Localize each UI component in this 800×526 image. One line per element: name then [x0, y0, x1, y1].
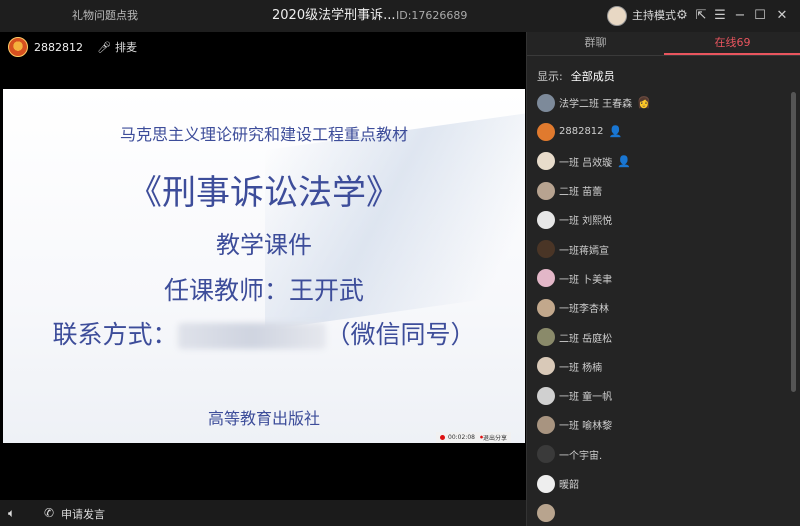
filter-label: 显示: — [537, 70, 563, 83]
member-avatar — [537, 152, 555, 171]
slide-teacher: 任课教师：王开武 — [163, 276, 364, 305]
slide-title: 《刑事诉讼法学》 — [128, 173, 400, 213]
host-info: 2882812 🎤︎ 排麦 — [8, 36, 137, 58]
member-row[interactable]: 一班 卜美聿 — [527, 264, 793, 293]
member-row[interactable]: 一班 喻林黎 — [527, 410, 793, 439]
window-title: 2020级法学刑事诉... — [272, 8, 396, 23]
slide-subtitle: 教学课件 — [216, 231, 312, 259]
member-row[interactable]: 法学二班 王春森 👩 — [527, 88, 793, 117]
member-name: 2882812 — [559, 126, 604, 138]
host-name: 2882812 — [34, 40, 83, 54]
member-row[interactable]: 一班李杏林 — [527, 293, 793, 322]
minimize-icon[interactable]: − — [732, 8, 748, 24]
member-filter[interactable]: 显示: 全部成员 — [537, 68, 615, 84]
recording-bar: 00:02:08 ⏺ 退出分享 — [436, 432, 511, 443]
filter-value[interactable]: 全部成员 — [571, 70, 615, 83]
settings-icon[interactable]: ⚙ — [674, 8, 690, 24]
phone-icon[interactable]: ✆ — [44, 506, 54, 520]
member-name: 二班 岳庭松 — [559, 333, 613, 345]
member-avatar — [537, 503, 555, 522]
member-list-scrollbar[interactable] — [791, 92, 796, 392]
mic-queue-label[interactable]: 排麦 — [115, 39, 137, 55]
popout-icon[interactable]: ⇱ — [693, 8, 709, 24]
member-row[interactable]: 二班 岳庭松 — [527, 322, 793, 351]
member-avatar — [537, 386, 555, 405]
member-name: 一班李杏林 — [559, 304, 609, 316]
tab-online[interactable]: 在线69 — [664, 32, 800, 55]
member-avatar — [537, 357, 555, 376]
slide-publisher: 高等教育出版社 — [207, 409, 320, 428]
member-row[interactable]: 一个宇宙. — [527, 440, 793, 469]
member-row[interactable]: 一班 童一帆 — [527, 381, 793, 410]
member-name: 一班蒋嫣宣 — [559, 245, 609, 257]
member-avatar — [537, 298, 555, 317]
speaker-icon[interactable]: 🔈︎ — [8, 506, 15, 521]
slide-contact-label: 联系方式： — [52, 320, 178, 349]
member-avatar — [537, 269, 555, 288]
shared-slide: 马克思主义理论研究和建设工程重点教材 《刑事诉讼法学》 教学课件 任课教师：王开… — [3, 89, 525, 443]
member-avatar — [537, 93, 555, 112]
close-icon[interactable]: ✕ — [774, 8, 790, 24]
member-name: 一班 童一帆 — [559, 392, 613, 404]
host-mode-label[interactable]: 主持模式 — [632, 0, 676, 32]
tab-group-chat[interactable]: 群聊 — [527, 32, 664, 55]
member-row[interactable]: 一班 吕效璇 👤 — [527, 147, 793, 176]
member-row[interactable]: 一班 刘熙悦 — [527, 205, 793, 234]
side-panel: 群聊 在线69 显示: 全部成员 法学二班 王春森 👩 2882812 👤 一班 吕效璇 👤… — [526, 32, 800, 526]
member-name: 一班 刘熙悦 — [559, 216, 613, 228]
role-badge-icon: 👩 — [637, 96, 651, 110]
gift-help-link[interactable]: 礼物问题点我 — [72, 0, 138, 32]
member-name: 一班 喻林黎 — [559, 421, 613, 433]
room-id: ID:17626689 — [396, 9, 468, 22]
member-avatar — [537, 474, 555, 493]
member-avatar — [537, 445, 555, 464]
member-name: 一班 卜美聿 — [559, 274, 613, 286]
member-avatar — [537, 181, 555, 200]
member-avatar — [537, 240, 555, 259]
member-name: 一班 杨楠 — [559, 362, 603, 374]
apply-speak-button[interactable]: 申请发言 — [61, 506, 105, 522]
role-badge-icon: 👤 — [617, 154, 631, 168]
member-row[interactable] — [527, 498, 793, 526]
member-row[interactable]: 2882812 👤 — [527, 117, 793, 146]
member-avatar — [537, 210, 555, 229]
member-row[interactable]: 一班蒋嫣宣 — [527, 234, 793, 263]
member-avatar — [537, 122, 555, 141]
member-list: 法学二班 王春森 👩 2882812 👤 一班 吕效璇 👤 二班 苗蕾一班 刘熙悦 一班蒋嫣宣… — [527, 88, 793, 526]
host-avatar — [8, 37, 28, 57]
member-name: 法学二班 王春森 — [559, 99, 633, 111]
panel-tabs: 群聊 在线69 — [527, 32, 800, 56]
member-name: 二班 苗蕾 — [559, 187, 603, 199]
maximize-icon[interactable]: ☐ — [752, 8, 768, 24]
member-name: 一个宇宙. — [559, 450, 603, 462]
slide-contact-suffix: （微信同号） — [325, 320, 476, 349]
user-avatar[interactable] — [607, 6, 627, 26]
member-name: 暖韶 — [559, 480, 579, 491]
recording-time: 00:02:08 — [448, 434, 475, 441]
recording-dot-icon — [440, 435, 445, 440]
member-avatar — [537, 415, 555, 434]
microphone-icon[interactable]: 🎤︎ — [97, 41, 111, 54]
member-avatar — [537, 328, 555, 347]
member-row[interactable]: 暖韶 — [527, 469, 793, 498]
slide-series-line: 马克思主义理论研究和建设工程重点教材 — [119, 125, 408, 144]
member-name: 一班 吕效璇 — [559, 157, 613, 169]
exit-share-button[interactable]: 退出分享 — [483, 433, 507, 442]
role-badge-icon: 👤 — [608, 125, 623, 139]
slide-contact: 联系方式： （微信同号） — [3, 315, 525, 351]
member-row[interactable]: 一班 杨楠 — [527, 352, 793, 381]
member-row[interactable]: 二班 苗蕾 — [527, 176, 793, 205]
menu-icon[interactable]: ☰ — [712, 8, 728, 24]
blurred-phone-number — [177, 323, 326, 349]
